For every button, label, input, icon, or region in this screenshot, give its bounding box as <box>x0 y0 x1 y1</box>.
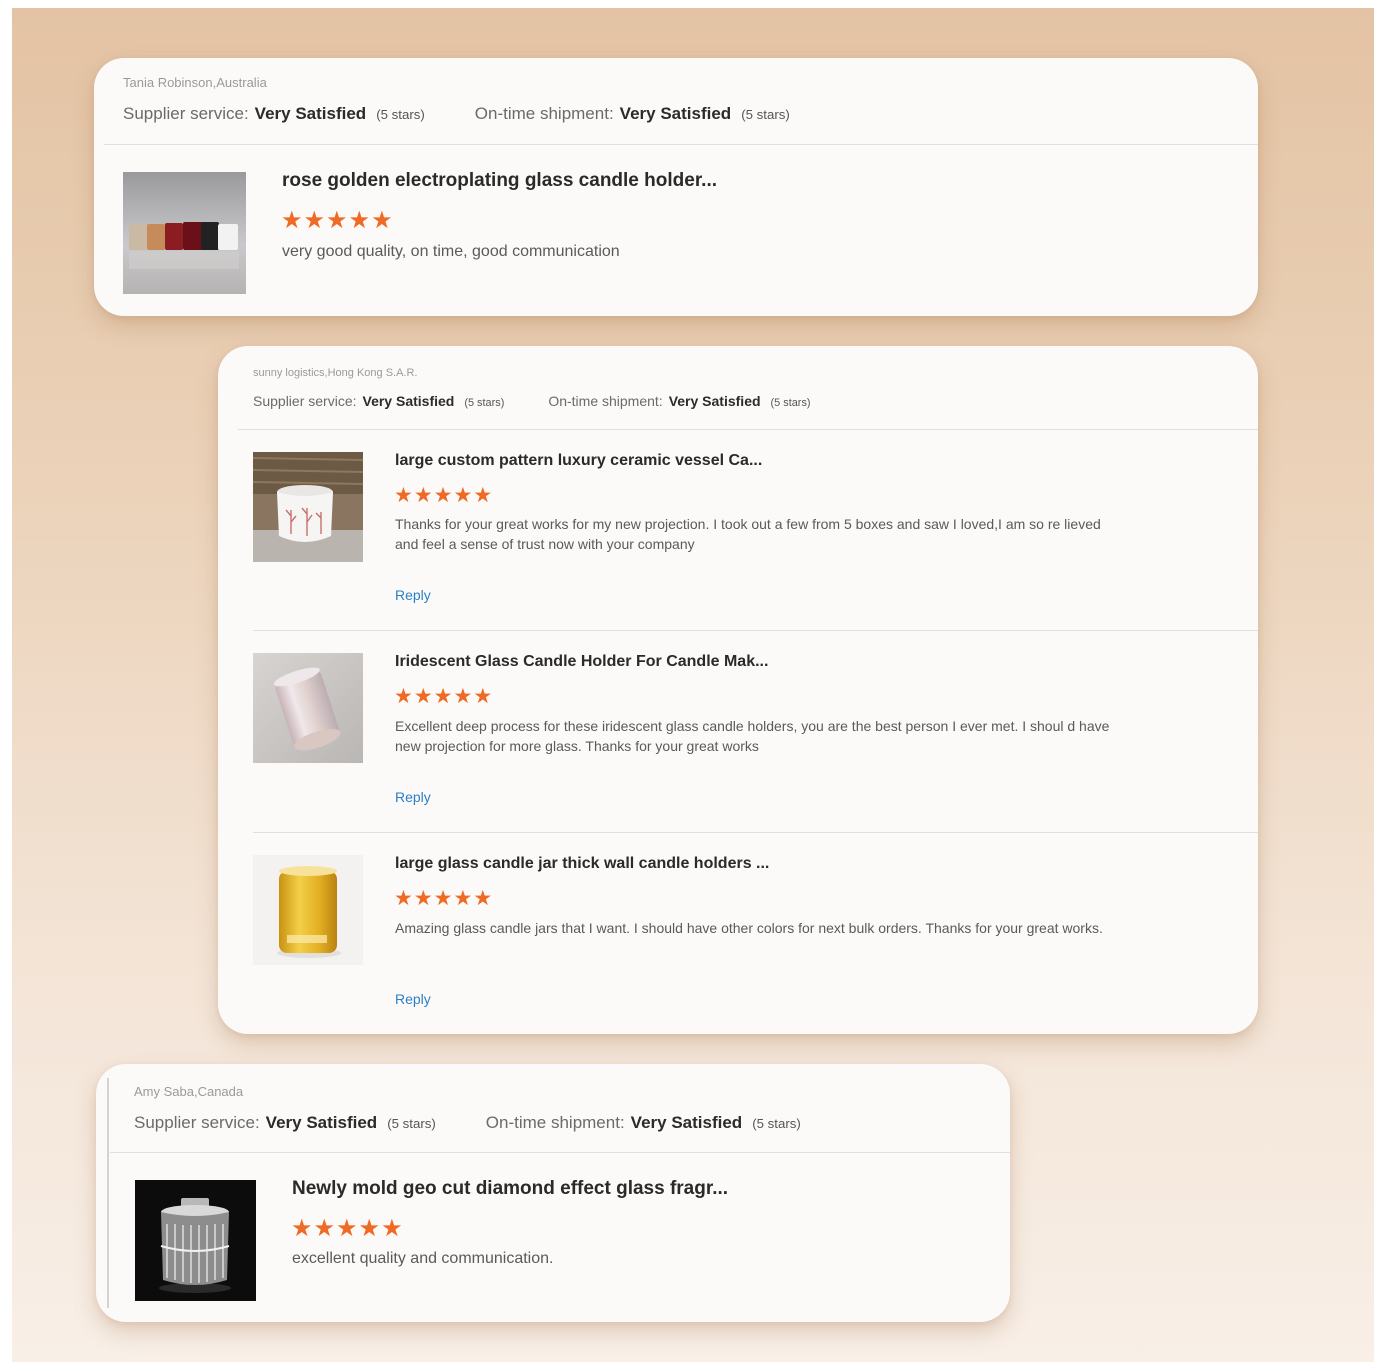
star-icon: ★ <box>336 1215 359 1242</box>
product-thumbnail[interactable] <box>253 855 363 965</box>
review-comment: very good quality, on time, good communi… <box>282 243 620 260</box>
product-rating: ★★★★★ <box>281 206 394 235</box>
reply-link[interactable]: Reply <box>395 991 431 1007</box>
rating-summary: Supplier service: Very Satisfied (5 star… <box>134 1113 801 1133</box>
star-icon: ★ <box>473 484 494 507</box>
product-title[interactable]: Iridescent Glass Candle Holder For Candl… <box>395 653 768 671</box>
star-icon: ★ <box>371 207 394 234</box>
supplier-service-label: Supplier service: <box>253 393 357 409</box>
supplier-service-rating: Supplier service: Very Satisfied (5 star… <box>253 393 504 409</box>
product-thumbnail[interactable] <box>253 452 363 562</box>
star-icon: ★ <box>453 685 474 708</box>
shipment-stars: (5 stars) <box>752 1116 801 1131</box>
product-thumbnail[interactable] <box>123 172 246 294</box>
shipment-rating: On-time shipment: Very Satisfied (5 star… <box>548 393 810 409</box>
product-thumbnail[interactable] <box>253 653 363 763</box>
divider <box>110 1152 1010 1153</box>
star-icon: ★ <box>433 484 454 507</box>
divider <box>107 1078 109 1308</box>
review-comment: excellent quality and communication. <box>292 1250 554 1267</box>
product-title[interactable]: large glass candle jar thick wall candle… <box>395 855 769 873</box>
star-icon: ★ <box>303 207 327 234</box>
star-icon: ★ <box>348 207 372 234</box>
review-comment: Excellent deep process for these iridesc… <box>395 718 1110 754</box>
divider <box>253 630 1258 631</box>
product-thumbnail[interactable] <box>135 1180 256 1301</box>
supplier-service-value: Very Satisfied <box>362 393 455 409</box>
product-rating: ★★★★★ <box>394 684 493 709</box>
review-comment: Thanks for your great works for my new p… <box>395 516 1101 552</box>
star-icon: ★ <box>453 887 474 910</box>
supplier-service-rating: Supplier service: Very Satisfied (5 star… <box>123 104 425 124</box>
divider <box>238 429 1258 430</box>
shipment-label: On-time shipment: <box>474 104 614 123</box>
star-icon: ★ <box>394 484 414 507</box>
product-title[interactable]: large custom pattern luxury ceramic vess… <box>395 452 762 470</box>
shipment-stars: (5 stars) <box>741 107 790 122</box>
star-icon: ★ <box>313 1215 337 1242</box>
supplier-service-label: Supplier service: <box>134 1113 260 1132</box>
star-icon: ★ <box>413 484 434 507</box>
divider <box>104 144 1258 145</box>
supplier-service-rating: Supplier service: Very Satisfied (5 star… <box>134 1113 436 1133</box>
product-rating: ★★★★★ <box>394 483 493 508</box>
star-icon: ★ <box>453 484 474 507</box>
star-icon: ★ <box>291 1215 314 1242</box>
rating-summary: Supplier service: Very Satisfied (5 star… <box>253 393 811 409</box>
reviewer-name: sunny logistics,Hong Kong S.A.R. <box>253 367 418 379</box>
star-icon: ★ <box>394 887 414 910</box>
star-icon: ★ <box>358 1215 382 1242</box>
reply-link[interactable]: Reply <box>395 587 431 603</box>
product-rating: ★★★★★ <box>291 1214 404 1243</box>
review-comment: Amazing glass candle jars that I want. I… <box>395 920 1103 936</box>
shipment-rating: On-time shipment: Very Satisfied (5 star… <box>475 104 790 124</box>
shipment-stars: (5 stars) <box>770 397 811 409</box>
star-icon: ★ <box>281 207 304 234</box>
star-icon: ★ <box>473 685 494 708</box>
star-icon: ★ <box>433 887 454 910</box>
shipment-label: On-time shipment: <box>485 1113 625 1132</box>
star-icon: ★ <box>413 887 434 910</box>
star-icon: ★ <box>473 887 494 910</box>
review-card-1: Tania Robinson,Australia Supplier servic… <box>94 58 1258 316</box>
supplier-service-stars: (5 stars) <box>464 397 505 409</box>
star-icon: ★ <box>413 685 434 708</box>
reply-link[interactable]: Reply <box>395 789 431 805</box>
reviewer-name: Tania Robinson,Australia <box>123 75 267 90</box>
shipment-rating: On-time shipment: Very Satisfied (5 star… <box>486 1113 801 1133</box>
review-card-2: sunny logistics,Hong Kong S.A.R. Supplie… <box>218 346 1258 1034</box>
review-card-3: Amy Saba,Canada Supplier service: Very S… <box>96 1064 1010 1322</box>
reviewer-name: Amy Saba,Canada <box>134 1084 244 1099</box>
supplier-service-value: Very Satisfied <box>265 1113 378 1132</box>
supplier-service-value: Very Satisfied <box>254 104 367 123</box>
product-rating: ★★★★★ <box>394 886 493 911</box>
supplier-service-stars: (5 stars) <box>387 1116 436 1131</box>
supplier-service-label: Supplier service: <box>123 104 249 123</box>
divider <box>253 832 1258 833</box>
star-icon: ★ <box>433 685 454 708</box>
product-title[interactable]: Newly mold geo cut diamond effect glass … <box>292 1178 728 1200</box>
shipment-label: On-time shipment: <box>548 393 663 409</box>
shipment-value: Very Satisfied <box>668 393 761 409</box>
supplier-service-stars: (5 stars) <box>376 107 425 122</box>
rating-summary: Supplier service: Very Satisfied (5 star… <box>123 104 790 124</box>
shipment-value: Very Satisfied <box>619 104 732 123</box>
product-title[interactable]: rose golden electroplating glass candle … <box>282 170 717 192</box>
star-icon: ★ <box>326 207 349 234</box>
star-icon: ★ <box>394 685 414 708</box>
shipment-value: Very Satisfied <box>630 1113 743 1132</box>
star-icon: ★ <box>381 1215 404 1242</box>
